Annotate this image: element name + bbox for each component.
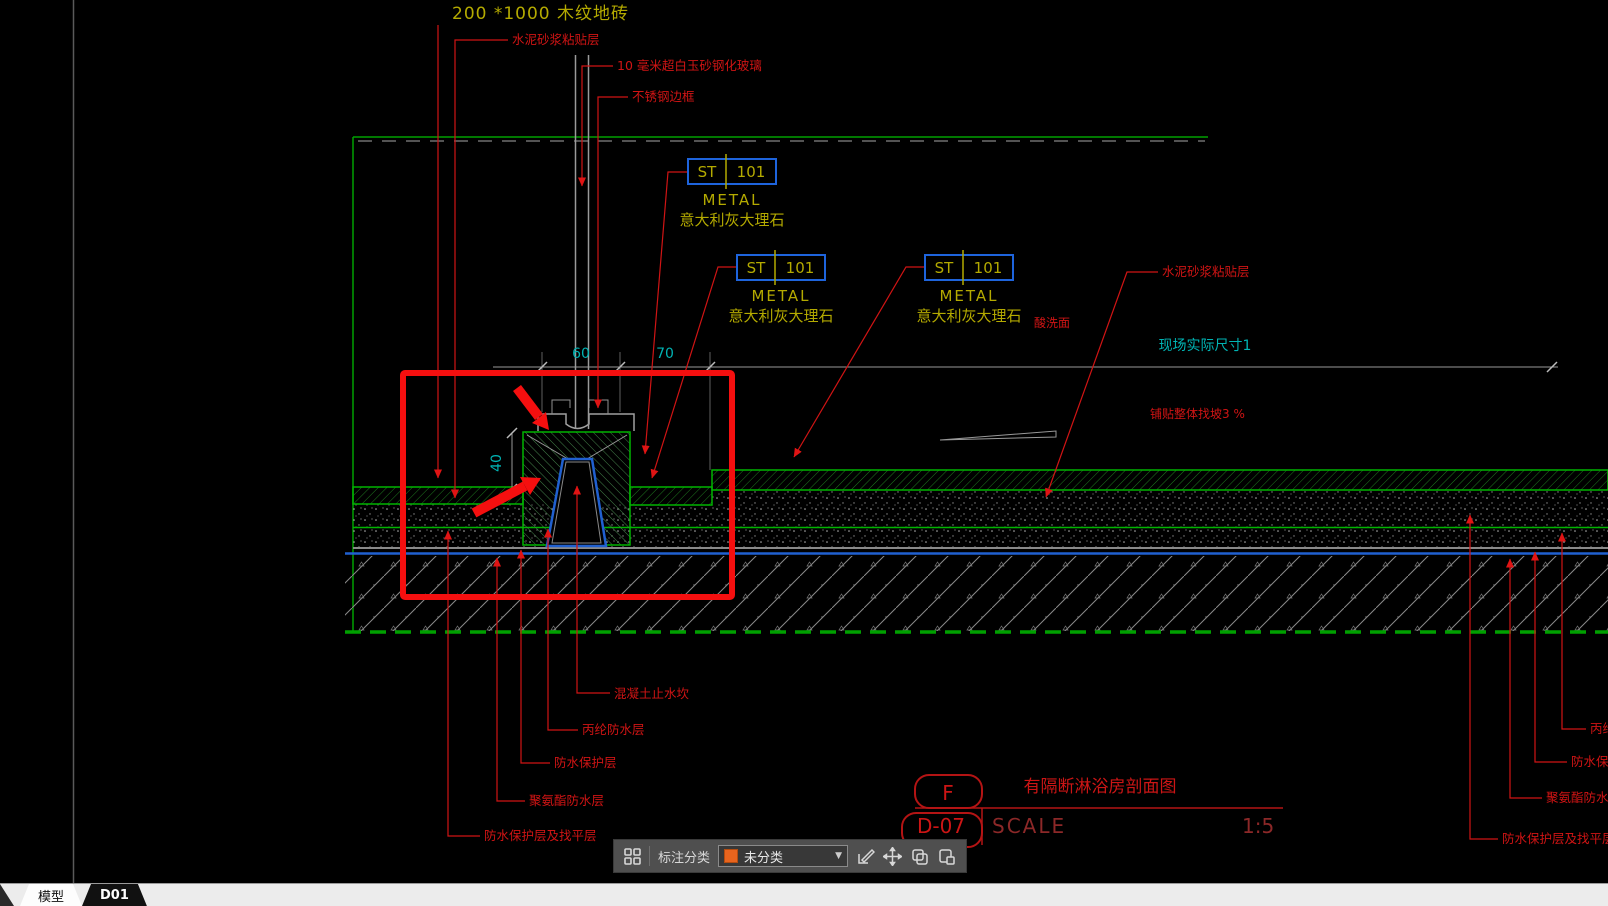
label-pu-right: 聚氨酯防水层 xyxy=(1546,790,1608,805)
toolbar-separator xyxy=(649,846,650,866)
sheet-number: D-07 xyxy=(917,814,965,838)
label-leveling-right: 防水保护层及找平层 xyxy=(1502,831,1608,846)
label-protection-right: 防水保护层 xyxy=(1571,754,1608,769)
svg-text:METAL: METAL xyxy=(702,191,761,209)
label-leveling-left: 防水保护层及找平层 xyxy=(484,828,597,843)
site-dimension-note: 现场实际尺寸1 xyxy=(1159,338,1252,354)
leader-stone-tag-3 xyxy=(793,266,925,458)
label-tile: 200 *1000 木纹地砖 xyxy=(452,4,629,24)
svg-text:101: 101 xyxy=(737,163,766,181)
drawing-canvas[interactable]: 60 70 40 现场实际尺寸1 ST 101 METAL 意大利灰大理石 ST… xyxy=(0,0,1608,884)
curb-detail xyxy=(522,55,635,548)
tile-layer-right xyxy=(711,469,1608,491)
label-pp-right: 丙纶防水层 xyxy=(1590,721,1608,736)
annotation-toolbar: 标注分类 未分类 ▼ xyxy=(614,840,966,872)
svg-text:ST: ST xyxy=(747,259,767,277)
svg-text:METAL: METAL xyxy=(939,287,998,305)
leader-cement-topright xyxy=(1045,271,1158,498)
label-pu-left: 聚氨酯防水层 xyxy=(529,793,604,808)
drawing-title: 有隔断淋浴房剖面图 xyxy=(1024,777,1177,797)
tab-bar-notch xyxy=(0,884,14,906)
category-dropdown-value: 未分类 xyxy=(743,850,783,866)
scale-label: SCALE xyxy=(992,814,1066,838)
category-dropdown[interactable]: 未分类 ▼ xyxy=(717,845,849,867)
paste-icon[interactable] xyxy=(937,846,956,866)
layout-tab-bar: 模型 D01 xyxy=(0,883,1608,906)
stone-tag-1: ST 101 METAL 意大利灰大理石 xyxy=(679,154,785,229)
stone-tag-2: ST 101 METAL 意大利灰大理石 xyxy=(728,250,834,325)
category-group-label: 标注分类 xyxy=(657,850,710,866)
tab-layout-label: D01 xyxy=(100,887,129,903)
stone-tag-3: ST 101 METAL 意大利灰大理石 xyxy=(916,250,1022,325)
svg-text:METAL: METAL xyxy=(751,287,810,305)
svg-text:意大利灰大理石: 意大利灰大理石 xyxy=(679,211,784,229)
label-steel-frame: 不锈钢边框 xyxy=(632,89,695,104)
highlight-arrow-down xyxy=(513,384,549,430)
dim-70: 70 xyxy=(656,346,674,362)
label-concrete-curb: 混凝土止水坎 xyxy=(614,686,690,701)
svg-text:ST: ST xyxy=(698,163,718,181)
title-block: F D-07 SCALE 1:5 有隔断淋浴房剖面图 xyxy=(901,774,1283,848)
scale-value: 1:5 xyxy=(1242,814,1274,838)
label-pp-left: 丙纶防水层 xyxy=(582,722,645,737)
tab-layout-d01[interactable]: D01 xyxy=(82,884,147,906)
label-glass: 10 毫米超白玉砂钢化玻璃 xyxy=(617,58,762,73)
leader-cement-topleft xyxy=(451,39,508,499)
concrete-slab xyxy=(345,556,1608,631)
label-slope: 铺贴整体找坡3 % xyxy=(1150,406,1245,421)
tab-model[interactable]: 模型 xyxy=(20,884,82,906)
stone-tags: ST 101 METAL 意大利灰大理石 ST 101 METAL 意大利灰大理… xyxy=(679,154,1022,325)
grid-icon[interactable] xyxy=(624,846,641,866)
category-color-swatch xyxy=(723,849,738,863)
leader-steel-frame xyxy=(594,96,628,409)
svg-text:ST: ST xyxy=(935,259,955,277)
svg-text:意大利灰大理石: 意大利灰大理石 xyxy=(916,307,1021,325)
svg-text:101: 101 xyxy=(974,259,1003,277)
cad-application-window: 60 70 40 现场实际尺寸1 ST 101 METAL 意大利灰大理石 ST… xyxy=(0,0,1608,906)
move-icon[interactable] xyxy=(883,846,903,866)
label-cement-topleft: 水泥砂浆粘贴层 xyxy=(512,32,600,47)
slope-symbol xyxy=(939,430,1057,441)
annotation-texts: 200 *1000 木纹地砖 水泥砂浆粘贴层 10 毫米超白玉砂钢化玻璃 不锈钢… xyxy=(452,4,1608,846)
detail-index: F xyxy=(942,781,954,805)
label-protection-left: 防水保护层 xyxy=(554,755,617,770)
label-acid-washed: 酸洗面 xyxy=(1034,315,1070,330)
tile-layer-middle xyxy=(629,486,713,506)
copy-icon[interactable] xyxy=(910,846,929,866)
svg-text:意大利灰大理石: 意大利灰大理石 xyxy=(728,307,833,325)
dim-40: 40 xyxy=(489,454,505,472)
dim-60: 60 xyxy=(572,346,590,362)
edit-icon[interactable] xyxy=(856,846,876,866)
chevron-down-icon: ▼ xyxy=(835,851,843,861)
svg-text:101: 101 xyxy=(786,259,815,277)
tab-model-label: 模型 xyxy=(38,889,65,905)
metal-channel xyxy=(537,413,635,431)
label-cement-topright: 水泥砂浆粘贴层 xyxy=(1162,264,1250,279)
